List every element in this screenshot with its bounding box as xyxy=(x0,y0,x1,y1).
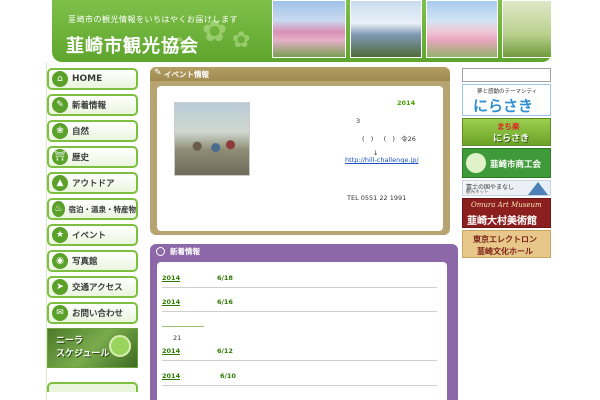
news-item[interactable]: 2014 6/18 xyxy=(162,274,437,288)
mount-fuji-icon xyxy=(528,182,548,195)
chamber-logo-icon xyxy=(466,153,486,173)
news-item-year[interactable]: 2014 xyxy=(162,274,180,282)
banner-title: にらさき xyxy=(473,97,534,115)
news-body: 2014 6/18 2014 6/16 21 2014 6/12 2014 6/… xyxy=(157,262,447,400)
nav-item-label: 歴史 xyxy=(72,153,90,163)
main-nav: ⌂ HOME ✎ 新着情報 ❀ 自然 ⛩ 歴史 ▲ アウトドア ♨ 宿泊・温泉・… xyxy=(47,68,138,392)
schedule-banner-line2: スケジュール xyxy=(56,349,110,359)
banner-subtitle: Omura Art Museum xyxy=(471,201,542,209)
nav-item-photo[interactable]: ◉ 写真館 xyxy=(47,250,138,272)
header-photo-field xyxy=(502,0,552,58)
photo-icon: ◉ xyxy=(52,253,68,269)
news-item-year[interactable]: 2014 xyxy=(162,372,180,380)
news-item-year[interactable]: 2014 xyxy=(162,298,180,306)
outdoor-icon: ▲ xyxy=(52,175,68,191)
banner-machiraku[interactable]: まち楽 にらさき xyxy=(462,118,551,146)
banner-culture-hall[interactable]: 東京エレクトロン 韮崎文化ホール xyxy=(462,230,551,258)
schedule-banner[interactable]: ニーラ スケジュール xyxy=(47,328,138,368)
news-item-date: 6/10 xyxy=(220,372,236,380)
header-photo-mountain xyxy=(350,0,422,58)
nav-item-label: 自然 xyxy=(72,127,90,137)
site-header: ✿ ✿ ✿ 韮崎市の観光情報をいちはやくお届けします 韮崎市観光協会 xyxy=(52,0,552,62)
event-detail-line: 3 xyxy=(356,117,361,125)
lodging-icon: ♨ xyxy=(52,201,65,217)
events-panel: ✎ イベント情報 2014 3 ( ) ( ) 令26 ↓ http://hil… xyxy=(150,67,450,235)
nav-bottom-strip xyxy=(47,382,138,392)
banner-title: 韮崎大村美術館 xyxy=(467,216,537,227)
site-tagline: 韮崎市の観光情報をいちはやくお届けします xyxy=(68,15,238,24)
news-item-count: 21 xyxy=(173,334,182,342)
nav-item-label: 写真館 xyxy=(72,257,98,267)
nav-item-lodging[interactable]: ♨ 宿泊・温泉・特産物 xyxy=(47,198,138,220)
nav-item-history[interactable]: ⛩ 歴史 xyxy=(47,146,138,168)
nav-item-access[interactable]: ➤ 交通アクセス xyxy=(47,276,138,298)
news-item[interactable]: 2014 6/12 xyxy=(162,347,437,361)
event-detail-line: ( ) ( ) 令26 xyxy=(362,135,416,143)
nature-icon: ❀ xyxy=(52,123,68,139)
news-divider xyxy=(162,326,204,327)
history-icon: ⛩ xyxy=(52,149,68,165)
news-item-date: 6/18 xyxy=(217,274,233,282)
news-icon: ✎ xyxy=(52,97,68,113)
banner-subtitle: にらさき xyxy=(493,134,530,144)
event-photo-cyclists xyxy=(174,102,250,176)
nav-item-contact[interactable]: ✉ お問い合わせ xyxy=(47,302,138,324)
mascot-frog-icon xyxy=(109,335,131,357)
event-link[interactable]: http://hill-challenge.jp/ xyxy=(345,156,419,164)
banner-subtitle: 韮崎文化ホール xyxy=(477,246,533,256)
news-item-date: 6/16 xyxy=(217,298,233,306)
news-item[interactable]: 2014 6/10 xyxy=(162,372,437,386)
nav-item-label: アウトドア xyxy=(72,179,115,189)
schedule-banner-line1: ニーラ xyxy=(56,336,84,346)
right-sidebar: 夢と感動のテーマシティ にらさき まち楽 にらさき 韮崎市商工会 富士の国やまな… xyxy=(462,68,552,258)
banner-subtitle: 夢と感動のテーマシティ xyxy=(477,89,538,95)
nav-item-label: 新着情報 xyxy=(72,101,107,111)
nav-item-event[interactable]: ★ イベント xyxy=(47,224,138,246)
nav-item-outdoor[interactable]: ▲ アウトドア xyxy=(47,172,138,194)
nav-item-nature[interactable]: ❀ 自然 xyxy=(47,120,138,142)
banner-fuji-yamanashi[interactable]: 富士の国やまなし 観光ネット xyxy=(462,180,551,196)
event-tel: TEL 0551 22 1991 xyxy=(347,194,407,202)
event-icon: ★ xyxy=(52,227,68,243)
nav-item-label: 交通アクセス xyxy=(72,283,123,293)
events-title: イベント情報 xyxy=(164,69,209,79)
news-item[interactable]: 2014 6/16 xyxy=(162,298,437,312)
nav-item-label: 宿泊・温泉・特産物 xyxy=(68,204,137,214)
header-photo-azalea xyxy=(272,0,346,58)
events-body: 2014 3 ( ) ( ) 令26 ↓ http://hill-challen… xyxy=(157,86,443,231)
nav-item-label: イベント xyxy=(72,231,107,241)
search-input[interactable] xyxy=(462,68,551,82)
banner-nirasaki-city[interactable]: 夢と感動のテーマシティ にらさき xyxy=(462,84,551,116)
news-panel: 新着情報 2014 6/18 2014 6/16 21 2014 6/12 20… xyxy=(150,244,458,400)
news-item-year[interactable]: 2014 xyxy=(162,347,180,355)
banner-chamber-of-commerce[interactable]: 韮崎市商工会 xyxy=(462,148,551,178)
contact-icon: ✉ xyxy=(52,305,68,321)
nav-item-news[interactable]: ✎ 新着情報 xyxy=(47,94,138,116)
news-title: 新着情報 xyxy=(170,247,200,256)
header-photo-cherry-tree xyxy=(426,0,498,58)
access-icon: ➤ xyxy=(52,279,68,295)
home-icon: ⌂ xyxy=(52,71,68,87)
nav-item-home[interactable]: ⌂ HOME xyxy=(47,68,138,90)
flower-decoration-icon: ✿ xyxy=(232,28,251,53)
banner-art-museum[interactable]: Omura Art Museum 韮崎大村美術館 xyxy=(462,198,551,228)
banner-title: 東京エレクトロン xyxy=(473,234,537,244)
banner-subtitle: 観光ネット xyxy=(466,190,489,195)
event-year: 2014 xyxy=(397,99,416,107)
circle-bullet-icon xyxy=(156,247,165,256)
schedule-banner-text: ニーラ スケジュール xyxy=(56,335,109,361)
events-header: ✎ イベント情報 xyxy=(150,67,450,81)
news-item-date: 6/12 xyxy=(217,347,233,355)
banner-title: 韮崎市商工会 xyxy=(490,160,542,170)
news-header: 新着情報 xyxy=(150,244,458,259)
site-title[interactable]: 韮崎市観光協会 xyxy=(66,32,199,58)
pencil-icon: ✎ xyxy=(154,68,162,78)
nav-item-label: HOME xyxy=(72,74,103,84)
nav-item-label: お問い合わせ xyxy=(72,309,124,319)
